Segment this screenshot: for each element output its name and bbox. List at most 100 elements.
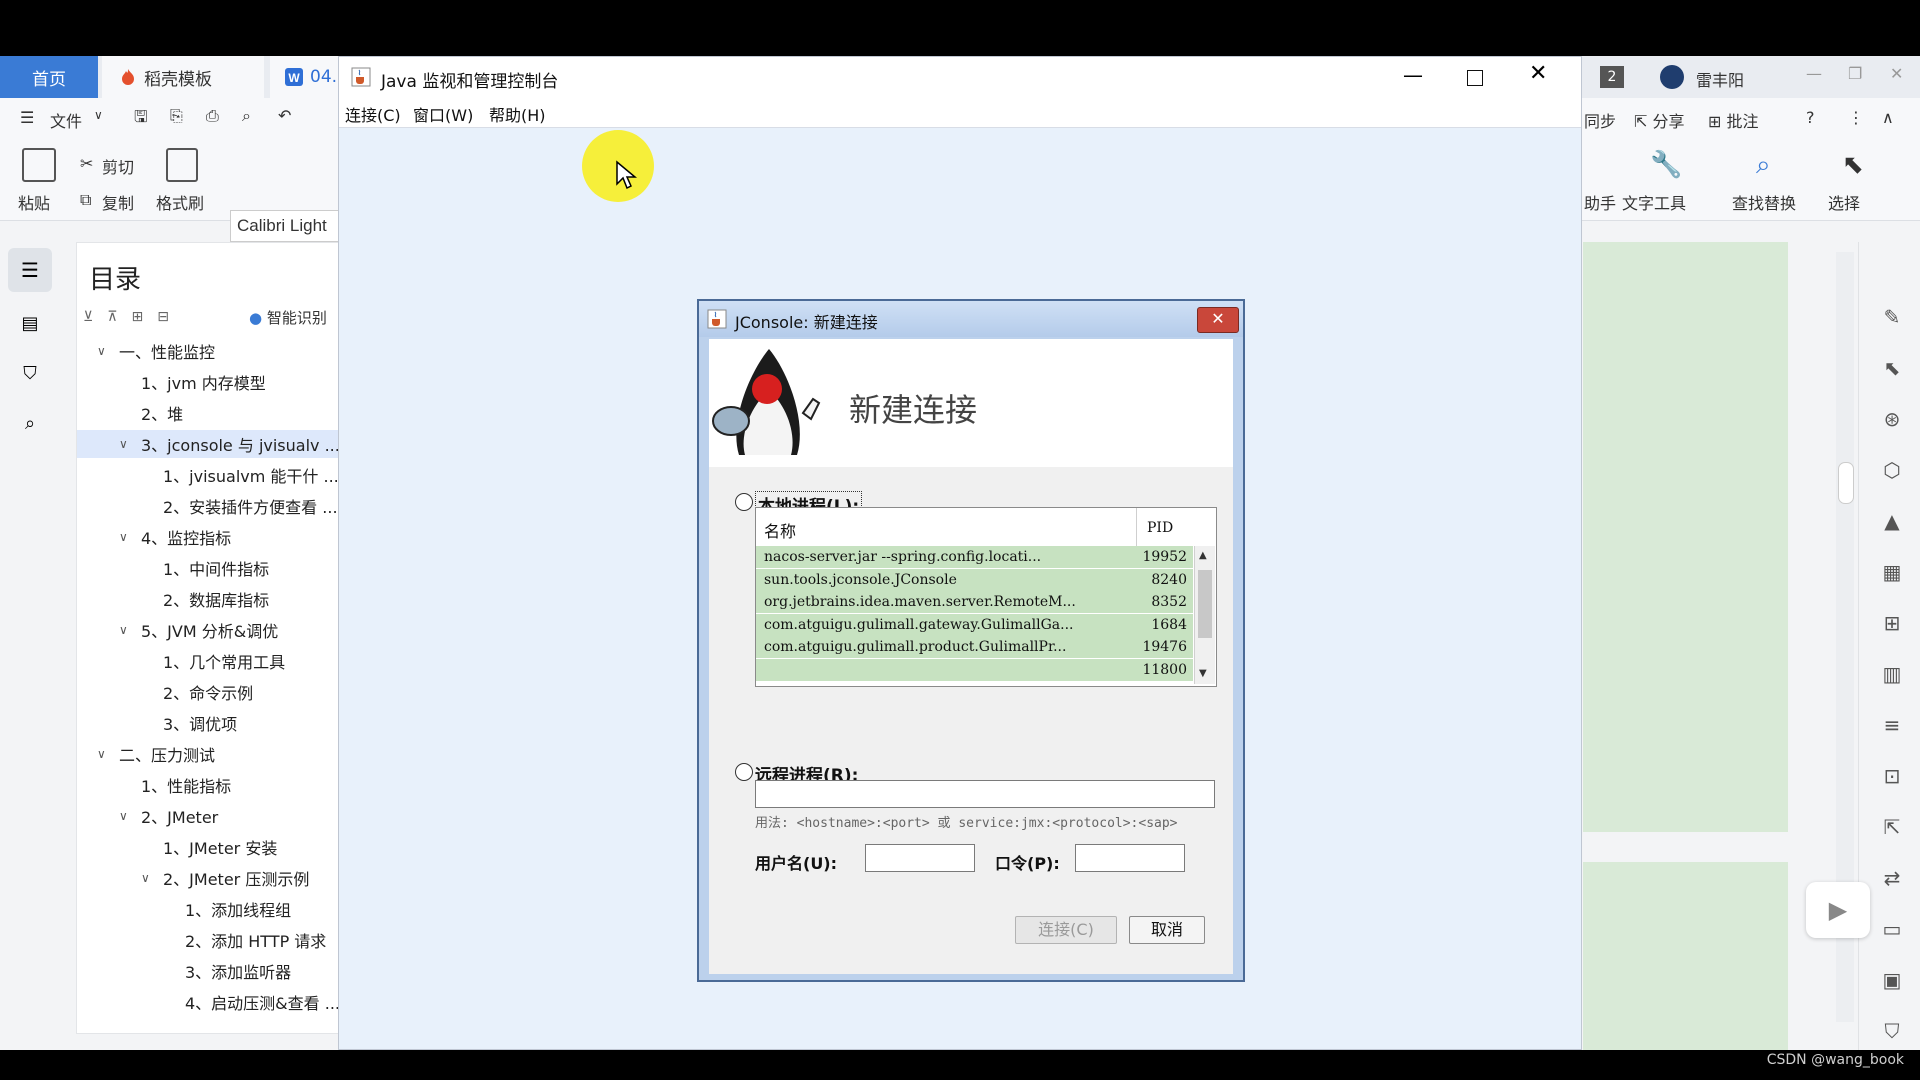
toc-item[interactable]: ∨ 2、JMeter [77,802,381,830]
hamburger-icon[interactable]: ☰ [20,108,34,127]
dialog-close-button[interactable]: ✕ [1197,307,1239,333]
table-row[interactable]: com.atguigu.gulimall.gateway.GulimallGa.… [756,613,1193,637]
remote-process-radio[interactable] [735,763,753,781]
undo-icon[interactable]: ↶ [278,106,291,125]
jconsole-window-title: Java 监视和管理控制台 [381,72,559,92]
table-row[interactable]: com.atguigu.gulimall.product.GulimallPr.… [756,636,1193,659]
scrollbar-thumb[interactable] [1198,570,1212,638]
cancel-button[interactable]: 取消 [1129,916,1205,944]
tab-home[interactable]: 首页 [0,56,98,98]
toc-item[interactable]: ∨ 4、监控指标 [77,523,381,551]
play-icon[interactable]: ▶ [1806,882,1870,938]
collapse-ribbon-icon[interactable]: ∧ [1882,108,1894,127]
print-icon[interactable]: ⎙ [206,106,219,126]
user-name[interactable]: 雷丰阳 [1696,67,1744,91]
window-minimize-icon[interactable]: — [1403,63,1423,87]
wps-left-rail: ☰ ▤ ⛉ ⌕ [0,242,60,1050]
column-header-pid-label: PID [1147,520,1174,536]
text-tools-button[interactable]: 文字工具 [1622,190,1686,214]
help-icon[interactable]: ? [1806,108,1815,127]
chevron-down-icon[interactable]: ∨ [119,530,133,544]
toc-item-label: 2、添加 HTTP 请求 [185,932,327,951]
cut-button[interactable]: 剪切 [102,154,134,178]
scroll-down-icon[interactable]: ▼ [1199,668,1207,679]
process-name: nacos-server.jar --spring.config.locati.… [764,549,1042,565]
smart-recognize-label: 智能识别 [266,309,327,327]
share-button[interactable]: ⇱ 分享 [1634,108,1685,132]
bookmark-icon[interactable]: ⛉ [8,352,52,396]
password-input[interactable] [1075,844,1185,872]
svg-text:W: W [288,71,300,85]
chevron-down-icon[interactable]: ∨ [119,809,133,823]
table-row[interactable]: org.jetbrains.idea.maven.server.RemoteM.… [756,591,1193,614]
username-label: 用户名(U): [755,854,838,873]
font-name-select[interactable]: Calibri Light [230,210,340,242]
chevron-down-icon[interactable]: ∨ [94,108,103,122]
scrollbar-thumb[interactable] [1838,462,1854,504]
chevron-down-icon[interactable]: ∨ [119,437,133,451]
print-preview-icon[interactable]: ⌕ [242,106,251,126]
sync-button[interactable]: 同步 [1584,108,1616,132]
window-maximize-icon[interactable] [1467,70,1483,86]
table-row[interactable]: nacos-server.jar --spring.config.locati.… [756,546,1193,569]
menu-connect[interactable]: 连接(C) [345,102,401,126]
toc-item[interactable]: ∨ 二、压力测试 [77,740,359,768]
ai-icon: ● [249,309,263,327]
table-row[interactable]: 11800 [756,658,1193,682]
cut-icon[interactable]: ✂ [80,154,93,173]
toc-item[interactable]: 1、jvm 内存模型 [77,368,381,396]
table-scrollbar[interactable]: ▲ ▼ [1194,546,1215,684]
right-rail-tools[interactable]: ✎ ⬉ ⊛ ⬡ ▲ ▦ ⊞ ▥ ≡ ⊡ ⇱ ⇄ ▭ ▣ ⛉ [1877,292,1907,1050]
avatar[interactable] [1660,65,1684,89]
assistant-button[interactable]: 助手 [1584,190,1616,214]
connect-button[interactable]: 连接(C) [1015,916,1117,944]
username-input[interactable] [865,844,975,872]
page-icon[interactable]: ▤ [8,302,52,346]
column-header-name[interactable]: 名称 [756,508,1137,547]
chevron-down-icon[interactable]: ∨ [141,871,155,885]
format-painter-button[interactable]: 格式刷 [156,190,204,214]
toc-item-label: 4、监控指标 [141,529,232,548]
paste-icon[interactable] [22,148,56,182]
copy-button[interactable]: 复制 [102,190,134,214]
more-icon[interactable]: ⋮ [1848,108,1864,127]
share-label: 分享 [1652,112,1685,131]
table-row[interactable]: sun.tools.jconsole.JConsole 8240 [756,568,1193,592]
toc-controls[interactable]: ⊻⊼⊞⊟ [83,309,183,325]
comment-button[interactable]: ⊞ 批注 [1708,108,1759,132]
tab-templates[interactable]: 稻壳模板 [102,56,264,98]
toc-item[interactable]: ∨ 一、性能监控 [77,337,359,365]
menu-help[interactable]: 帮助(H) [489,102,546,126]
remote-process-input[interactable] [755,780,1215,808]
find-replace-button[interactable]: 查找替换 [1732,190,1796,214]
export-icon[interactable]: ⎘ [170,106,183,126]
toc-item[interactable]: 1、性能指标 [77,771,381,799]
find-icon[interactable]: ⌕ [8,402,52,446]
toc-item[interactable]: 2、堆 [77,399,381,427]
toc-item[interactable]: ∨ 5、JVM 分析&调优 [77,616,381,644]
local-process-radio[interactable] [735,493,753,511]
restore-icon[interactable]: ❐ [1848,64,1862,83]
smart-recognize-button[interactable]: ● 智能识别 [249,307,327,328]
format-painter-icon[interactable] [166,148,198,182]
wrench-icon: 🔧 [1650,150,1683,180]
file-menu[interactable]: 文件 [50,108,82,132]
chevron-down-icon[interactable]: ∨ [119,623,133,637]
window-count-badge[interactable]: 2 [1600,66,1624,88]
tab-document[interactable]: W 04. [270,56,340,98]
toc-list-icon[interactable]: ☰ [8,248,52,292]
close-icon[interactable]: ✕ [1890,64,1903,83]
toc-item[interactable]: ∨ 3、jconsole 与 jvisualv ... [77,430,381,458]
select-button[interactable]: 选择 [1828,190,1860,214]
menu-window[interactable]: 窗口(W) [413,102,473,126]
chevron-down-icon[interactable]: ∨ [97,747,111,761]
chevron-down-icon[interactable]: ∨ [97,344,111,358]
paste-button[interactable]: 粘贴 [18,190,50,214]
window-close-icon[interactable]: ✕ [1529,61,1547,86]
save-icon[interactable]: 🖫 [134,106,148,133]
minimize-icon[interactable]: — [1806,64,1822,83]
tab-document-label: 04. [310,67,338,87]
copy-icon[interactable]: ⧉ [80,190,91,210]
column-header-pid[interactable]: PID [1137,508,1193,547]
scroll-up-icon[interactable]: ▲ [1199,550,1207,561]
